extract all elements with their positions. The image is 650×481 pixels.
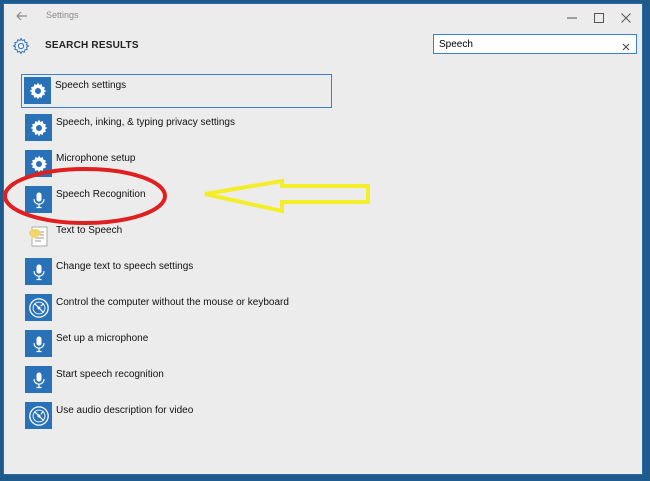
text-to-speech-icon: [25, 222, 52, 249]
gear-icon: [25, 150, 52, 177]
search-result-item[interactable]: Start speech recognition: [22, 363, 332, 395]
search-result-label: Control the computer without the mouse o…: [56, 297, 289, 308]
window-title: Settings: [46, 10, 79, 20]
ease-of-access-icon: [25, 294, 52, 321]
search-result-label: Speech, inking, & typing privacy setting…: [56, 117, 235, 128]
gear-icon: [12, 37, 30, 55]
search-result-label: Set up a microphone: [56, 333, 149, 344]
microphone-icon: [25, 330, 52, 357]
search-result-item[interactable]: Speech settings: [21, 74, 332, 108]
search-result-item[interactable]: Text to Speech: [22, 219, 332, 251]
settings-window: Settings SEARCH RESULTS Speech settings S…: [3, 3, 643, 475]
minimize-icon[interactable]: [557, 6, 587, 28]
search-result-item[interactable]: Speech, inking, & typing privacy setting…: [22, 111, 332, 143]
microphone-icon: [25, 186, 52, 213]
search-result-item[interactable]: Use audio description for video: [22, 399, 332, 431]
search-result-item[interactable]: Set up a microphone: [22, 327, 332, 359]
search-input[interactable]: [439, 37, 609, 51]
search-result-label: Microphone setup: [56, 153, 136, 164]
search-result-item[interactable]: Microphone setup: [22, 147, 332, 179]
close-icon[interactable]: [611, 6, 641, 28]
search-result-label: Speech Recognition: [56, 189, 146, 200]
search-result-item[interactable]: Change text to speech settings: [22, 255, 332, 287]
search-result-label: Use audio description for video: [56, 405, 194, 416]
search-result-label: Text to Speech: [56, 225, 123, 236]
search-result-item[interactable]: Speech Recognition: [22, 183, 332, 215]
search-result-label: Start speech recognition: [56, 369, 164, 380]
search-box[interactable]: [433, 34, 637, 54]
search-result-item[interactable]: Control the computer without the mouse o…: [22, 291, 332, 323]
gear-icon: [24, 77, 51, 104]
microphone-icon: [25, 366, 52, 393]
clear-icon[interactable]: [621, 39, 631, 51]
ease-of-access-icon: [25, 402, 52, 429]
maximize-icon[interactable]: [584, 6, 614, 28]
search-result-label: Speech settings: [55, 80, 127, 91]
microphone-icon: [25, 258, 52, 285]
search-result-label: Change text to speech settings: [56, 261, 194, 272]
title-bar: Settings: [4, 4, 642, 30]
gear-icon: [25, 114, 52, 141]
arrow-left-icon[interactable]: [14, 8, 30, 24]
page-title: SEARCH RESULTS: [45, 40, 139, 51]
